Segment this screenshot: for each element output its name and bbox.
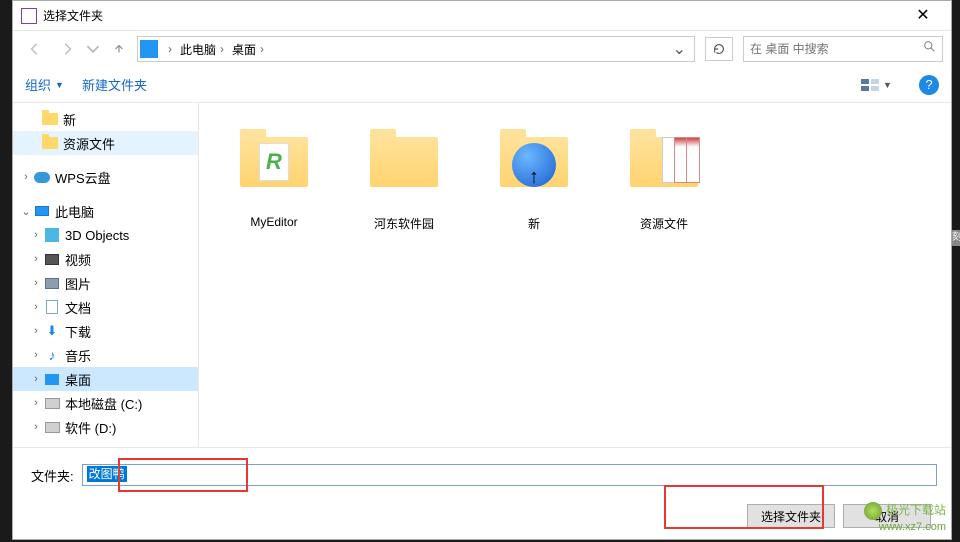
sidebar-videos[interactable]: ›视频	[13, 247, 198, 271]
help-button[interactable]: ?	[919, 75, 939, 95]
app-icon	[21, 8, 37, 24]
breadcrumb-desktop[interactable]: 桌面›	[228, 41, 268, 58]
sidebar-documents[interactable]: ›文档	[13, 295, 198, 319]
body: 新 资源文件 ›WPS云盘 ⌄此电脑 ›3D Objects ›视频 ›图片 ›…	[13, 103, 951, 447]
sidebar-quick-resources[interactable]: 资源文件	[13, 131, 198, 155]
window-title: 选择文件夹	[43, 7, 903, 24]
breadcrumb-pc[interactable]: 此电脑›	[176, 41, 228, 58]
folder-name-input[interactable]: 改图鸭	[82, 464, 937, 486]
location-icon	[140, 40, 158, 58]
sidebar: 新 资源文件 ›WPS云盘 ⌄此电脑 ›3D Objects ›视频 ›图片 ›…	[13, 103, 199, 447]
sidebar-this-pc[interactable]: ⌄此电脑	[13, 199, 198, 223]
watermark-logo-icon	[864, 502, 882, 520]
folder-myeditor[interactable]: R MyEditor	[229, 123, 319, 229]
titlebar: 选择文件夹 ✕	[13, 1, 951, 31]
watermark: 极光下载站 www.xz7.com	[864, 502, 946, 534]
folder-picker-dialog: 选择文件夹 ✕ › 此电脑› 桌面› ⌄ 组织▼ 新建文件夹 ▼ ? 新 资源文…	[12, 0, 952, 540]
file-grid[interactable]: R MyEditor 河东软件园 新 资源文件	[199, 103, 951, 447]
sidebar-disk-c[interactable]: ›本地磁盘 (C:)	[13, 391, 198, 415]
close-button[interactable]: ✕	[903, 2, 943, 30]
sidebar-disk-d[interactable]: ›软件 (D:)	[13, 415, 198, 439]
sidebar-desktop[interactable]: ›桌面	[13, 367, 198, 391]
search-icon	[923, 40, 936, 58]
sidebar-quick-new[interactable]: 新	[13, 107, 198, 131]
folder-resources[interactable]: 资源文件	[619, 123, 709, 232]
breadcrumb-root[interactable]: ›	[160, 42, 176, 56]
up-button[interactable]	[105, 35, 133, 63]
address-bar[interactable]: › 此电脑› 桌面› ⌄	[137, 36, 695, 62]
nav-bar: › 此电脑› 桌面› ⌄	[13, 31, 951, 67]
search-input[interactable]	[750, 42, 923, 56]
right-edge-tab: 刻	[952, 230, 960, 246]
new-folder-button[interactable]: 新建文件夹	[82, 75, 147, 94]
sidebar-downloads[interactable]: ›⬇下载	[13, 319, 198, 343]
history-dropdown[interactable]	[85, 35, 101, 63]
address-dropdown[interactable]: ⌄	[667, 39, 692, 59]
view-options[interactable]: ▼	[859, 73, 893, 97]
search-box[interactable]	[743, 36, 943, 62]
sidebar-3d-objects[interactable]: ›3D Objects	[13, 223, 198, 247]
sidebar-music[interactable]: ›♪音乐	[13, 343, 198, 367]
folder-name-label: 文件夹:	[31, 466, 74, 485]
forward-button[interactable]	[53, 35, 81, 63]
toolbar: 组织▼ 新建文件夹 ▼ ?	[13, 67, 951, 103]
folder-new[interactable]: 新	[489, 123, 579, 232]
organize-menu[interactable]: 组织▼	[25, 75, 64, 94]
sidebar-wps-cloud[interactable]: ›WPS云盘	[13, 165, 198, 189]
back-button[interactable]	[21, 35, 49, 63]
footer: 文件夹: 改图鸭 选择文件夹 取消	[13, 447, 951, 542]
sidebar-pictures[interactable]: ›图片	[13, 271, 198, 295]
folder-hedong[interactable]: 河东软件园	[359, 123, 449, 232]
select-folder-button[interactable]: 选择文件夹	[747, 504, 835, 528]
refresh-button[interactable]	[705, 37, 733, 61]
